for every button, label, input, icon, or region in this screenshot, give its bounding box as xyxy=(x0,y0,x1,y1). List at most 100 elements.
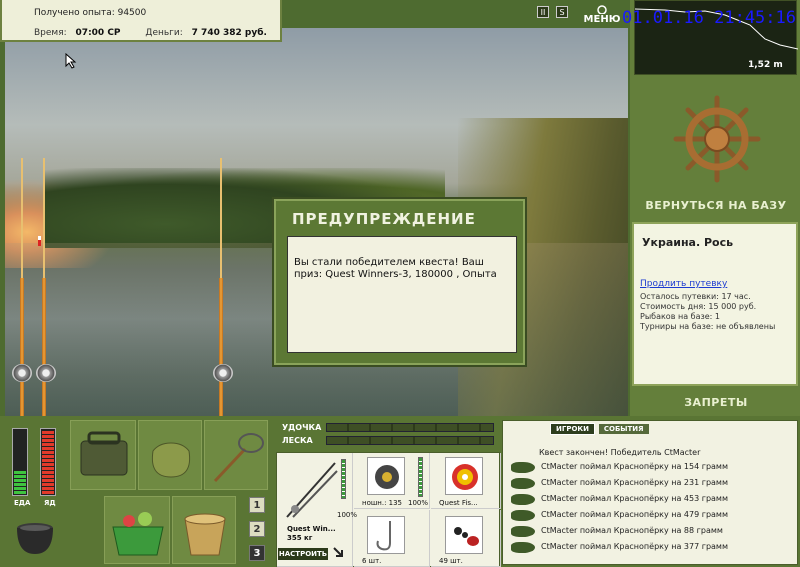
bucket-icon xyxy=(184,513,226,556)
depth-value: 1,52 m xyxy=(748,60,783,70)
poison-label: ЯД xyxy=(44,499,56,507)
tackle-bag-icon xyxy=(80,431,128,476)
inventory-tab-2[interactable]: 2 xyxy=(249,521,265,537)
permit-remaining: Осталось путевки: 17 час. xyxy=(640,292,751,301)
cauldron-icon[interactable] xyxy=(10,512,60,560)
line-image xyxy=(445,457,483,495)
poison-gauge-fill xyxy=(42,431,54,494)
sound-button[interactable]: S xyxy=(556,6,568,18)
menu-button[interactable]: МЕНЮ xyxy=(582,4,622,25)
rod-icon xyxy=(286,462,338,518)
tab-events[interactable]: СОБЫТИЯ xyxy=(598,424,649,434)
top-info-panel: Получено опыта: 94500 Время: 07:00 СР Де… xyxy=(0,0,282,42)
event-item: CtMacter поймал Краснопёрку на 453 грамм xyxy=(509,493,797,507)
line-bar-label: ЛЕСКА xyxy=(282,436,313,445)
events-panel: ИГРОКИ СОБЫТИЯ Квест закончен! Победител… xyxy=(502,420,798,565)
fish-icon xyxy=(511,526,535,537)
reel-percent: 100% xyxy=(408,499,429,507)
helm-small-icon xyxy=(597,5,607,14)
menu-label: МЕНЮ xyxy=(583,14,621,25)
line-tension-bar xyxy=(326,436,494,445)
tackle-bars: УДОЧКА ЛЕСКА xyxy=(278,421,498,451)
anglers-count: Рыбаков на базе: 1 xyxy=(640,312,720,321)
hook-image xyxy=(367,516,405,554)
fishing-rod-1[interactable] xyxy=(20,158,24,416)
bans-button[interactable]: ЗАПРЕТЫ xyxy=(636,396,796,409)
food-gauge-fill xyxy=(14,471,26,494)
vegetable-basket-icon xyxy=(112,512,164,556)
inventory-slot-sack[interactable] xyxy=(138,420,202,490)
sack-icon xyxy=(151,442,191,478)
dialog-message: Вы стали победителем квеста! Ваш приз: Q… xyxy=(287,236,517,353)
money-value: 7 740 382 руб. xyxy=(191,28,267,38)
adjust-tackle-button[interactable]: НАСТРОИТЬ xyxy=(278,548,328,560)
arrow-down-right-icon[interactable] xyxy=(332,546,346,560)
day-cost: Стоимость дня: 15 000 руб. xyxy=(640,302,757,311)
line-spool-icon xyxy=(452,464,478,490)
food-label: ЕДА xyxy=(14,499,31,507)
inventory-slot-bag[interactable] xyxy=(70,420,136,490)
poison-gauge xyxy=(40,428,56,496)
reel-icon xyxy=(375,465,399,489)
inventory-slot-bucket[interactable] xyxy=(172,496,236,564)
event-item: CtMacter поймал Краснопёрку на 479 грамм xyxy=(509,509,797,523)
hook-icon xyxy=(376,521,391,551)
rod-bar-label: УДОЧКА xyxy=(282,423,322,432)
event-item: CtMacter поймал Краснопёрку на 154 грамм xyxy=(509,461,797,475)
mouse-cursor-icon xyxy=(65,53,77,69)
warning-dialog: ПРЕДУПРЕЖДЕНИЕ Вы стали победителем квес… xyxy=(272,197,527,367)
bait-count: 49 шт. xyxy=(439,557,463,565)
reel-image xyxy=(367,457,405,495)
return-to-base-button[interactable]: ВЕРНУТЬСЯ НА БАЗУ xyxy=(636,199,796,212)
fish-icon xyxy=(511,542,535,553)
money-label: Деньги: xyxy=(145,28,183,38)
landing-net-icon xyxy=(213,433,264,483)
pause-button[interactable]: II xyxy=(537,6,549,18)
inventory-tab-1[interactable]: 1 xyxy=(249,497,265,513)
time-label: Время: xyxy=(34,28,67,38)
reel-3 xyxy=(213,364,233,382)
dialog-title: ПРЕДУПРЕЖДЕНИЕ xyxy=(292,210,476,228)
location-title: Украина. Рось xyxy=(642,236,734,249)
inventory-tab-3[interactable]: 3 xyxy=(249,545,265,561)
reel-1 xyxy=(12,364,32,382)
extend-permit-link[interactable]: Продлить путевку xyxy=(640,279,727,289)
fish-icon xyxy=(511,494,535,505)
bait-image xyxy=(445,516,483,554)
quest-finished-text: Квест закончен! Победитель CtMacter xyxy=(539,448,701,457)
reel-durability-gauge xyxy=(418,457,423,497)
reel-cell[interactable]: ношн.: 135 100% xyxy=(354,453,430,509)
clock: 01.01.16 21:45:16 xyxy=(622,8,796,28)
fishing-rod-3[interactable] xyxy=(219,158,223,416)
hook-count: 6 шт. xyxy=(362,557,382,565)
location-panel: Украина. Рось Продлить путевку Осталось … xyxy=(632,222,798,386)
rod-weight: 355 кг xyxy=(287,534,313,542)
fish-icon xyxy=(511,462,535,473)
fish-icon xyxy=(511,510,535,521)
experience-text: Получено опыта: 94500 xyxy=(34,8,147,18)
fish-icon xyxy=(511,478,535,489)
event-item: CtMacter поймал Краснопёрку на 88 грамм xyxy=(509,525,797,539)
ant-bait-icon xyxy=(454,527,479,546)
rod-tension-bar xyxy=(326,423,494,432)
tab-players[interactable]: ИГРОКИ xyxy=(550,423,595,435)
event-item: CtMacter поймал Краснопёрку на 231 грамм xyxy=(509,477,797,491)
food-gauge xyxy=(12,428,28,496)
inventory-slot-basket[interactable] xyxy=(104,496,170,564)
event-item: CtMacter поймал Краснопёрку на 377 грамм xyxy=(509,541,797,555)
rod-durability-gauge xyxy=(341,459,346,499)
buoy xyxy=(38,236,41,246)
time-money-row: Время: 07:00 СР Деньги: 7 740 382 руб. xyxy=(34,28,267,38)
time-value: 07:00 СР xyxy=(75,28,121,38)
tournaments-info: Турниры на базе: не объявлены xyxy=(640,322,776,331)
line-cell[interactable]: Quest Fis... xyxy=(431,453,501,509)
inventory-slot-net[interactable] xyxy=(204,420,268,490)
bait-cell[interactable]: 49 шт. xyxy=(431,510,501,567)
reel-2 xyxy=(36,364,56,382)
rod-name: Quest Win... xyxy=(287,525,336,533)
ship-wheel-icon[interactable] xyxy=(672,94,762,184)
hook-cell[interactable]: 6 шт. xyxy=(354,510,430,567)
line-name: Quest Fis... xyxy=(439,499,478,507)
fishing-rod-2[interactable] xyxy=(42,158,46,416)
reel-caption: ношн.: 135 xyxy=(362,499,403,507)
